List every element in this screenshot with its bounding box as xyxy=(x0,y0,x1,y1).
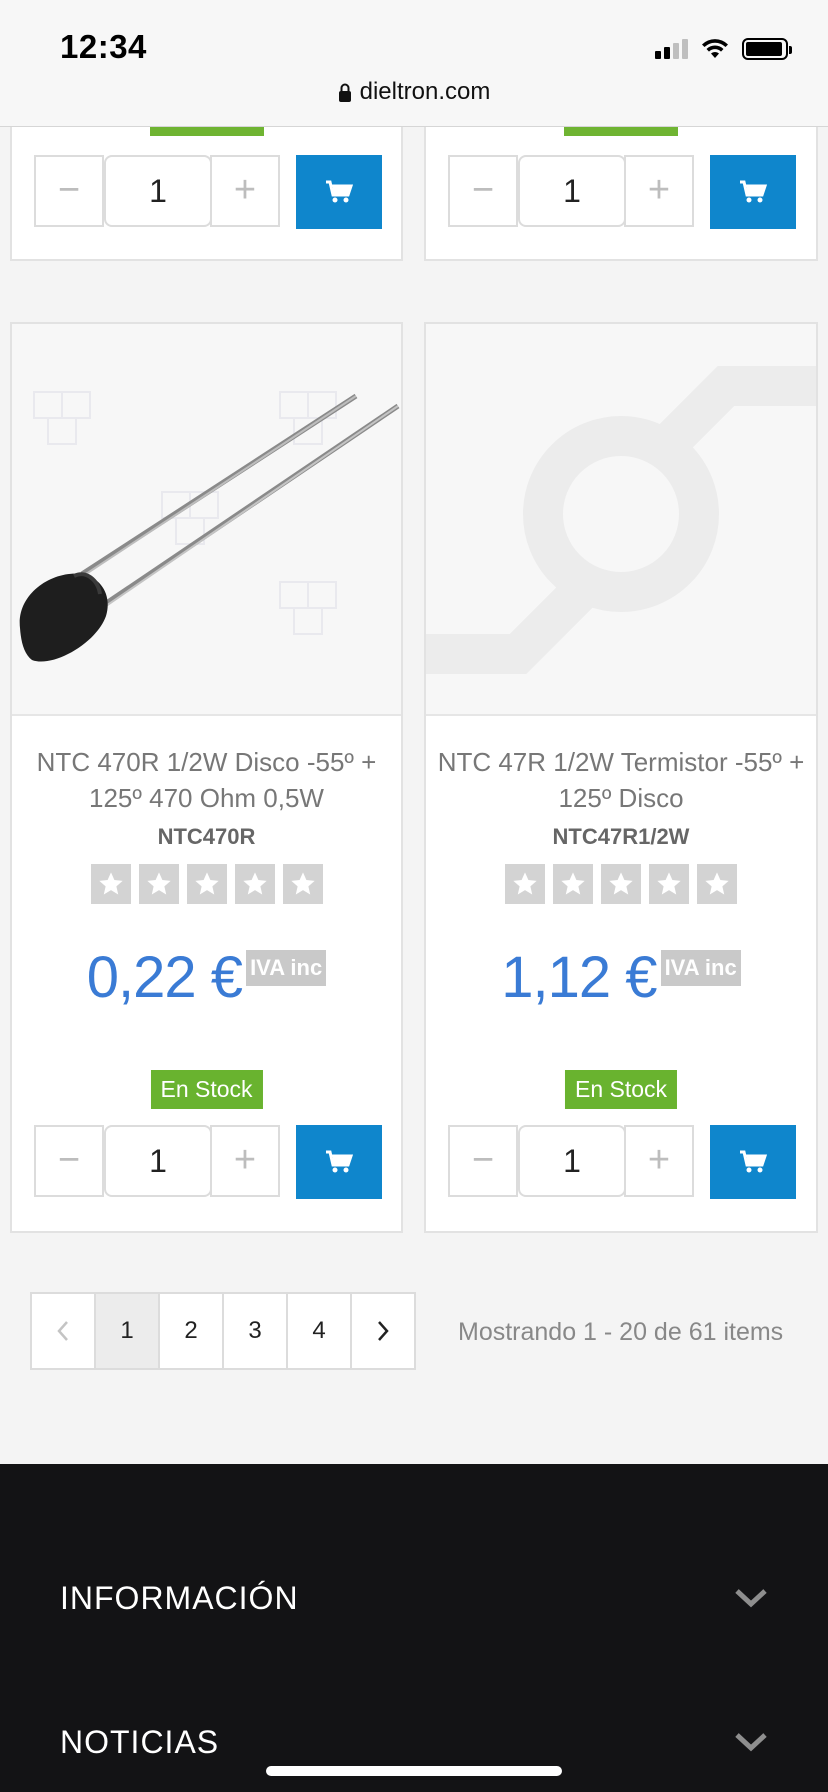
increase-quantity-button[interactable]: + xyxy=(624,1125,694,1197)
add-to-cart-button[interactable] xyxy=(296,155,382,229)
quantity-stepper: − 1 + xyxy=(34,155,381,229)
decrease-quantity-button[interactable]: − xyxy=(34,1125,104,1197)
star-icon xyxy=(187,864,227,904)
pagination: 1 2 3 4 xyxy=(30,1292,416,1370)
quantity-input[interactable]: 1 xyxy=(104,155,212,227)
cart-icon xyxy=(739,180,767,204)
footer-section-label: NOTICIAS xyxy=(60,1724,219,1761)
product-price: 1,12 € xyxy=(501,944,656,1011)
decrease-quantity-button[interactable]: − xyxy=(34,155,104,227)
wifi-icon xyxy=(700,38,730,60)
footer-section-noticias[interactable]: NOTICIAS xyxy=(60,1712,768,1772)
product-image[interactable] xyxy=(12,324,401,716)
stock-badge: En Stock xyxy=(565,1070,677,1109)
lock-icon xyxy=(338,83,352,103)
add-to-cart-button[interactable] xyxy=(710,155,796,229)
stock-badge: En Stock xyxy=(150,1070,262,1109)
thermistor-image xyxy=(12,324,401,714)
price-block: 0,22 €IVA inc xyxy=(12,944,401,1011)
quantity-input[interactable]: 1 xyxy=(104,1125,212,1197)
product-title[interactable]: NTC 47R 1/2W Termistor -55º + 125º Disco xyxy=(436,744,806,816)
chevron-right-icon xyxy=(376,1320,390,1342)
page-4-button[interactable]: 4 xyxy=(286,1292,352,1370)
site-footer: INFORMACIÓN NOTICIAS xyxy=(0,1464,828,1792)
quantity-input[interactable]: 1 xyxy=(518,1125,626,1197)
product-price: 0,22 € xyxy=(87,944,242,1011)
star-icon xyxy=(91,864,131,904)
cart-icon xyxy=(739,1150,767,1174)
tax-badge: IVA inc xyxy=(661,950,741,986)
product-sku: NTC47R1/2W xyxy=(426,824,816,850)
product-card: NTC 47R 1/2W Termistor -55º + 125º Disco… xyxy=(424,322,818,1233)
quantity-stepper: − 1 + xyxy=(448,155,795,229)
star-icon xyxy=(505,864,545,904)
star-icon xyxy=(235,864,275,904)
page-2-button[interactable]: 2 xyxy=(158,1292,224,1370)
product-title[interactable]: NTC 470R 1/2W Disco -55º + 125º 470 Ohm … xyxy=(22,744,391,816)
page-3-button[interactable]: 3 xyxy=(222,1292,288,1370)
cart-icon xyxy=(325,180,353,204)
quantity-stepper: − 1 + xyxy=(34,1125,381,1199)
star-icon xyxy=(283,864,323,904)
star-icon xyxy=(139,864,179,904)
cellular-signal-icon xyxy=(655,39,688,59)
address-bar[interactable]: dieltron.com xyxy=(0,78,828,106)
product-image-placeholder[interactable] xyxy=(426,324,816,716)
increase-quantity-button[interactable]: + xyxy=(624,155,694,227)
increase-quantity-button[interactable]: + xyxy=(210,1125,280,1197)
decrease-quantity-button[interactable]: − xyxy=(448,1125,518,1197)
rating-stars xyxy=(12,864,401,904)
quantity-stepper: − 1 + xyxy=(448,1125,795,1199)
page-1-button[interactable]: 1 xyxy=(94,1292,160,1370)
status-bar: 12:34 dieltron.com xyxy=(0,0,828,127)
star-icon xyxy=(601,864,641,904)
chevron-left-icon xyxy=(56,1320,70,1342)
next-page-button[interactable] xyxy=(350,1292,416,1370)
add-to-cart-button[interactable] xyxy=(710,1125,796,1199)
footer-section-label: INFORMACIÓN xyxy=(60,1580,299,1617)
decrease-quantity-button[interactable]: − xyxy=(448,155,518,227)
add-to-cart-button[interactable] xyxy=(296,1125,382,1199)
status-icons xyxy=(655,38,788,60)
tax-badge: IVA inc xyxy=(246,950,326,986)
previous-page-button[interactable] xyxy=(30,1292,96,1370)
footer-section-informacion[interactable]: INFORMACIÓN xyxy=(60,1568,768,1628)
url-text: dieltron.com xyxy=(360,78,491,105)
star-icon xyxy=(697,864,737,904)
chevron-down-icon xyxy=(734,1731,768,1753)
product-sku: NTC470R xyxy=(12,824,401,850)
home-indicator[interactable] xyxy=(266,1766,562,1776)
product-card: NTC 470R 1/2W Disco -55º + 125º 470 Ohm … xyxy=(10,322,403,1233)
battery-icon xyxy=(742,38,788,60)
rating-stars xyxy=(426,864,816,904)
star-icon xyxy=(649,864,689,904)
quantity-input[interactable]: 1 xyxy=(518,155,626,227)
product-card: − 1 + xyxy=(424,110,818,261)
star-icon xyxy=(553,864,593,904)
product-card: − 1 + xyxy=(10,110,403,261)
price-block: 1,12 €IVA inc xyxy=(426,944,816,1011)
clock: 12:34 xyxy=(60,28,147,66)
increase-quantity-button[interactable]: + xyxy=(210,155,280,227)
placeholder-image xyxy=(426,324,816,714)
results-summary: Mostrando 1 - 20 de 61 items xyxy=(458,1318,783,1347)
cart-icon xyxy=(325,1150,353,1174)
chevron-down-icon xyxy=(734,1587,768,1609)
